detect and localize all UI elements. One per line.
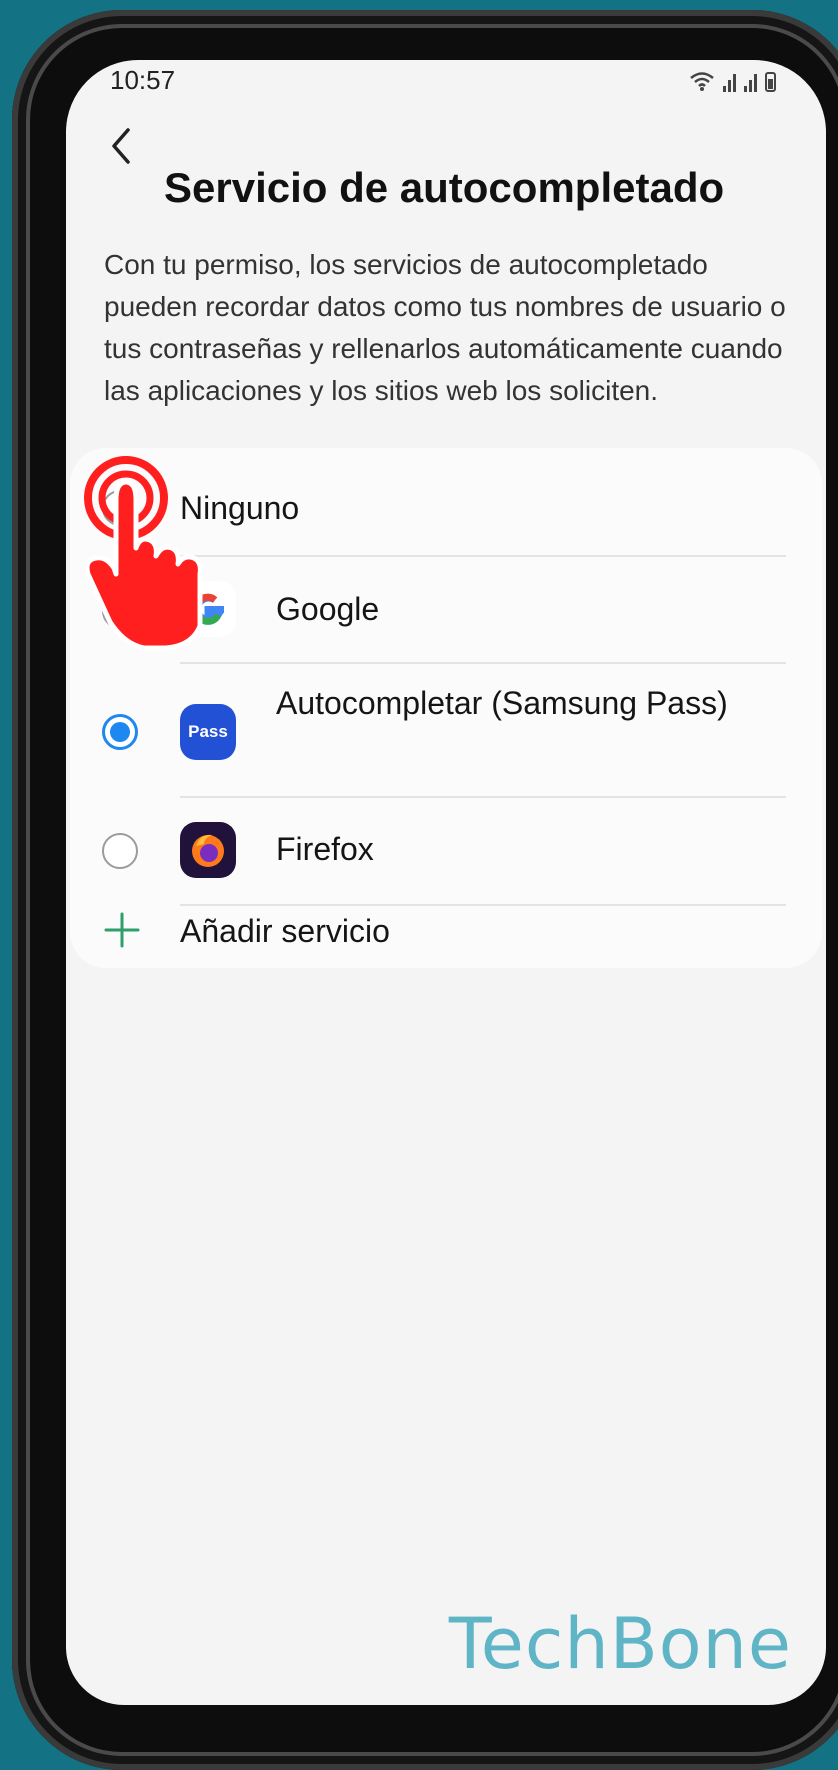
pass-icon-text: Pass xyxy=(188,722,228,741)
tap-hand-icon xyxy=(84,456,203,651)
status-icons xyxy=(689,70,776,92)
chevron-left-icon xyxy=(112,128,130,164)
status-bar: 10:57 xyxy=(66,60,826,110)
status-time: 10:57 xyxy=(110,65,176,95)
radio-button-selected[interactable] xyxy=(102,714,138,750)
option-label: Google xyxy=(276,591,380,627)
option-samsung-pass[interactable]: Pass Autocompletar (Samsung Pass) xyxy=(70,664,822,796)
firefox-icon xyxy=(180,822,236,878)
option-firefox[interactable]: Firefox xyxy=(70,798,822,904)
add-service-label: Añadir servicio xyxy=(180,913,390,949)
techbone-watermark: TechBone xyxy=(448,1603,792,1685)
plus-icon xyxy=(104,912,140,948)
signal-icon xyxy=(723,70,736,92)
battery-icon xyxy=(765,72,776,92)
phone-screen: 10:57 Servicio de autocompletado Con tu … xyxy=(66,60,826,1705)
samsung-pass-icon: Pass xyxy=(180,704,236,760)
option-label: Autocompletar (Samsung Pass) xyxy=(276,685,728,721)
description-text: Con tu permiso, los servicios de autocom… xyxy=(104,249,786,406)
wifi-icon xyxy=(690,72,714,91)
phone-frame: 10:57 Servicio de autocompletado Con tu … xyxy=(12,10,838,1770)
signal-icon xyxy=(744,70,757,92)
radio-button[interactable] xyxy=(102,833,138,869)
add-service-button[interactable]: Añadir servicio xyxy=(70,906,822,968)
option-label: Firefox xyxy=(276,831,374,867)
page-title: Servicio de autocompletado xyxy=(164,164,725,211)
back-button[interactable] xyxy=(100,116,140,176)
